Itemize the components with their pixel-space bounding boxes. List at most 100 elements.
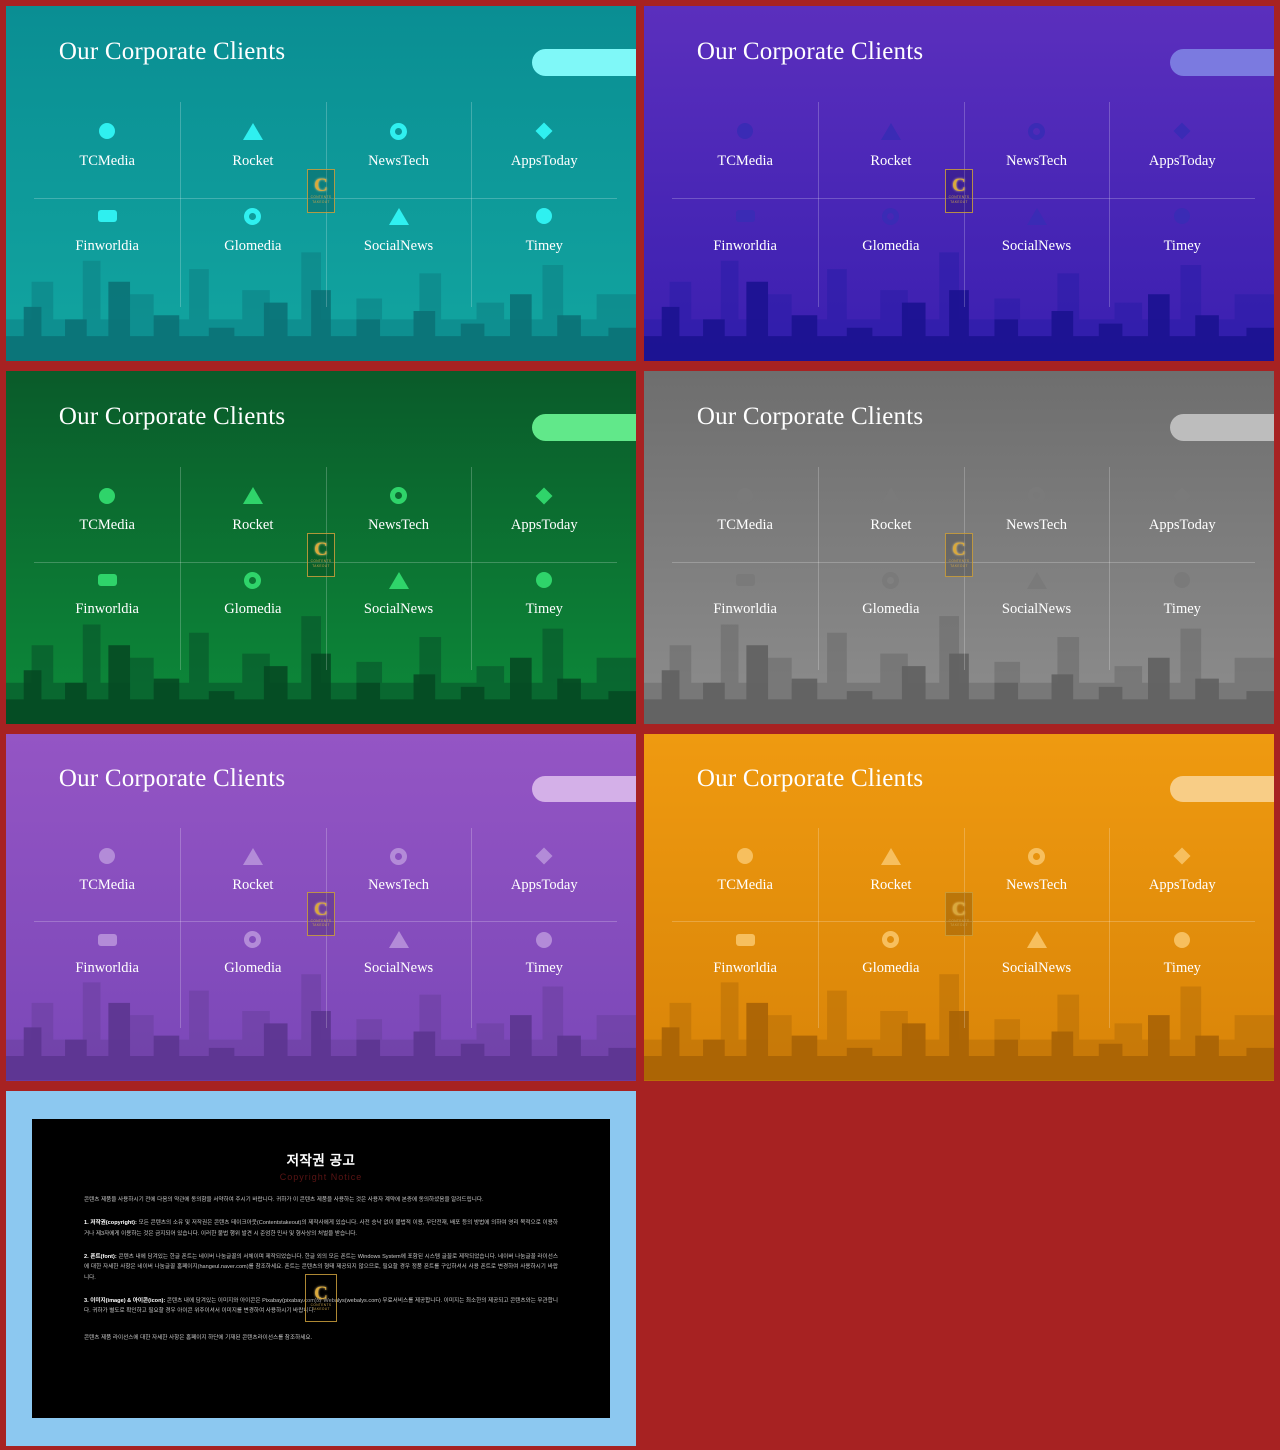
contents-takeout-watermark-logo: C CONTENTS TAKEOUT [945,532,973,577]
client-item-finworldia[interactable]: Finworldia [34,562,180,647]
client-item-appstoday[interactable]: AppsToday [471,113,617,198]
client-label: AppsToday [510,152,578,169]
client-item-glomedia[interactable]: Glomedia [818,562,964,647]
notice-section-3-heading: 3. 이미지(image) & 아이콘(icon): [84,1298,166,1305]
client-item-tcmedia[interactable]: TCMedia [672,477,818,562]
client-item-newstech[interactable]: NewsTech [326,113,472,198]
client-item-socialnews[interactable]: SocialNews [326,562,472,647]
client-label: AppsToday [510,516,578,533]
client-item-finworldia[interactable]: Finworldia [672,921,818,1004]
client-item-newstech[interactable]: NewsTech [964,838,1110,921]
notice-section-1-heading: 1. 저작권(copyright): [84,1220,137,1227]
client-label: SocialNews [363,601,434,618]
client-item-glomedia[interactable]: Glomedia [180,921,326,1004]
empty-red-area [640,1085,1280,1450]
slide-cell-indigo[interactable]: Our Corporate Clients TCMedia Rocket NewsTe… [640,0,1280,365]
client-item-rocket[interactable]: Rocket [818,113,964,198]
client-icon-wrap [180,563,326,597]
client-item-finworldia[interactable]: Finworldia [672,198,818,283]
client-item-socialnews[interactable]: SocialNews [964,921,1110,1004]
rounded-rect-icon [97,210,117,223]
triangle-icon [880,847,901,865]
client-label: NewsTech [1006,516,1068,533]
notice-intro: 콘텐츠 제품을 사용하시기 전에 다음의 약관에 동의함을 서약하여 주시기 바… [84,1197,484,1203]
client-icon-wrap [471,923,617,956]
client-item-rocket[interactable]: Rocket [818,477,964,562]
rounded-rect-icon [735,933,755,946]
client-item-timey[interactable]: Timey [1109,562,1255,647]
rounded-rect-icon [735,210,755,223]
client-item-newstech[interactable]: NewsTech [964,477,1110,562]
client-label: Glomedia [224,601,282,618]
client-item-timey[interactable]: Timey [1109,198,1255,283]
client-item-socialnews[interactable]: SocialNews [326,921,472,1004]
triangle-icon [388,931,409,949]
client-label: TCMedia [79,877,135,894]
client-item-rocket[interactable]: Rocket [180,838,326,921]
client-item-socialnews[interactable]: SocialNews [964,198,1110,283]
copyright-notice-cell[interactable]: 저작권 공고 Copyright Notice 콘텐츠 제품을 사용하시기 전에… [0,1085,640,1450]
slide-cell-green[interactable]: Our Corporate Clients TCMedia Rocket NewsTe… [0,365,640,728]
slide-cell-purple[interactable]: Our Corporate Clients TCMedia Rocket NewsTe… [0,728,640,1085]
client-item-appstoday[interactable]: AppsToday [471,838,617,921]
client-item-glomedia[interactable]: Glomedia [180,198,326,283]
client-item-socialnews[interactable]: SocialNews [326,198,472,283]
client-label: Finworldia [75,960,139,977]
triangle-icon [1026,931,1047,949]
client-icon-wrap [672,840,818,873]
client-item-newstech[interactable]: NewsTech [964,113,1110,198]
diamond-icon [1173,847,1191,865]
diamond-icon [1173,122,1191,140]
triangle-icon [242,847,263,865]
client-item-appstoday[interactable]: AppsToday [1109,477,1255,562]
client-item-glomedia[interactable]: Glomedia [180,562,326,647]
client-item-appstoday[interactable]: AppsToday [1109,113,1255,198]
client-item-appstoday[interactable]: AppsToday [1109,838,1255,921]
ring-icon [1028,122,1046,140]
client-item-socialnews[interactable]: SocialNews [964,562,1110,647]
client-item-rocket[interactable]: Rocket [818,838,964,921]
client-item-timey[interactable]: Timey [471,198,617,283]
client-item-timey[interactable]: Timey [471,921,617,1004]
client-label: NewsTech [1006,877,1068,894]
client-item-tcmedia[interactable]: TCMedia [672,113,818,198]
watermark-line2: TAKEOUT [312,563,330,568]
client-icon-wrap [180,114,326,148]
client-icon-wrap [34,563,180,597]
notice-title: 저작권 공고 [286,1153,356,1168]
client-item-timey[interactable]: Timey [1109,921,1255,1004]
client-label: NewsTech [368,516,430,533]
client-label: Finworldia [75,237,139,254]
contents-takeout-watermark-logo: C CONTENTS TAKEOUT [945,892,973,937]
client-item-timey[interactable]: Timey [471,562,617,647]
client-item-finworldia[interactable]: Finworldia [672,562,818,647]
client-item-tcmedia[interactable]: TCMedia [34,477,180,562]
client-item-appstoday[interactable]: AppsToday [471,477,617,562]
client-item-finworldia[interactable]: Finworldia [34,921,180,1004]
slide-cell-orange[interactable]: Our Corporate Clients TCMedia Rocket NewsTe… [640,728,1280,1085]
client-item-glomedia[interactable]: Glomedia [818,921,964,1004]
client-item-tcmedia[interactable]: TCMedia [34,113,180,198]
diamond-icon [535,487,553,505]
slide-title: Our Corporate Clients [696,402,924,430]
notice-frame: 저작권 공고 Copyright Notice 콘텐츠 제품을 사용하시기 전에… [6,1091,636,1446]
client-icon-wrap [180,479,326,513]
client-item-rocket[interactable]: Rocket [180,113,326,198]
notice-section-2-heading: 2. 폰트(font): [84,1254,117,1261]
client-icon-wrap [180,923,326,956]
client-item-tcmedia[interactable]: TCMedia [34,838,180,921]
client-item-glomedia[interactable]: Glomedia [818,198,964,283]
client-icon-wrap [326,479,472,513]
slide-cell-teal[interactable]: Our Corporate Clients TCMedia Rocket NewsTe… [0,0,640,365]
client-item-newstech[interactable]: NewsTech [326,838,472,921]
client-item-newstech[interactable]: NewsTech [326,477,472,562]
client-icon-wrap [471,840,617,873]
client-label: Rocket [870,877,912,894]
client-item-finworldia[interactable]: Finworldia [34,198,180,283]
client-icon-wrap [471,199,617,233]
client-icon-wrap [471,563,617,597]
client-icon-wrap [1109,199,1255,233]
slide-cell-gray[interactable]: Our Corporate Clients TCMedia Rocket NewsTe… [640,365,1280,728]
client-item-rocket[interactable]: Rocket [180,477,326,562]
client-item-tcmedia[interactable]: TCMedia [672,838,818,921]
